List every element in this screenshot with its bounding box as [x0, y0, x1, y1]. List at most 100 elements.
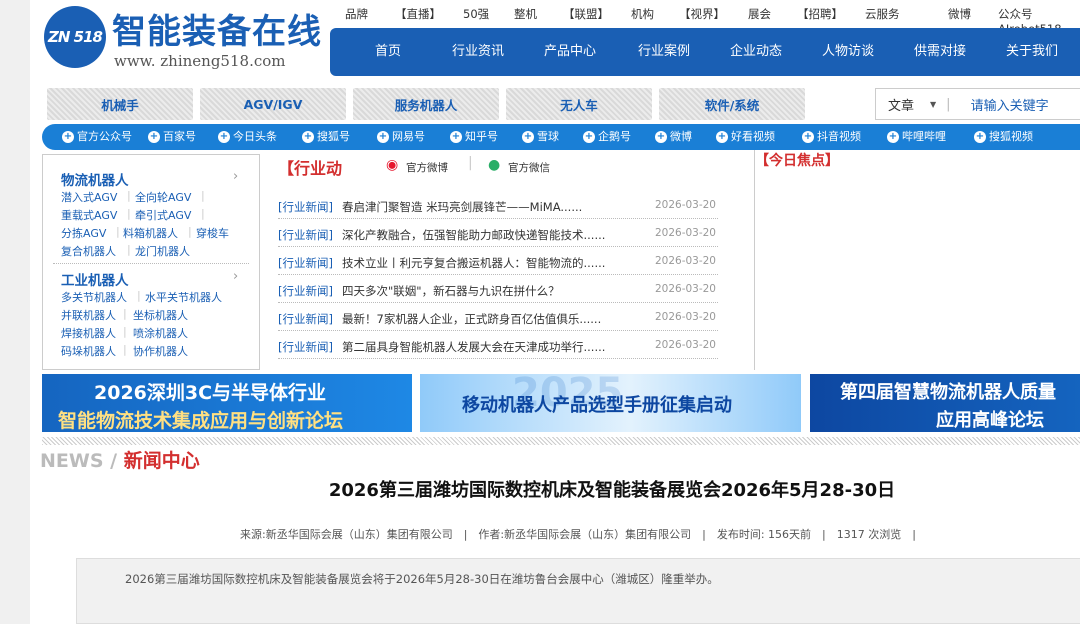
toplink-org[interactable]: 机构 [631, 6, 654, 22]
category-manipulator[interactable]: 机械手 [47, 88, 193, 120]
news-row[interactable]: [行业新闻] 春启津门聚智造 米玛亮剑展锋芒——MiMA...... 2026-… [278, 191, 718, 219]
category-link[interactable]: 喷涂机器人 [133, 325, 188, 341]
news-tag[interactable]: [行业新闻] [278, 311, 333, 327]
category-link[interactable]: 码垛机器人 [61, 343, 116, 359]
news-row[interactable]: [行业新闻] 技术立业丨利元亨复合搬运机器人：智能物流的...... 2026-… [278, 247, 718, 275]
category-link[interactable]: 多关节机器人 [61, 289, 127, 305]
news-title[interactable]: 四天多次"联姻"，新石器与九识在拼什么？ [342, 283, 560, 299]
news-row[interactable]: [行业新闻] 第二届具身智能机器人发展大会在天津成功举行...... 2026-… [278, 331, 718, 359]
plus-icon: + [974, 131, 986, 143]
category-title-industrial[interactable]: 工业机器人 [61, 269, 129, 289]
category-link[interactable]: 穿梭车 [196, 225, 229, 241]
news-title[interactable]: 深化产教融合，伍强智能助力邮政快递智能技术...... [342, 227, 605, 243]
site-logo-title[interactable]: 智能装备在线 [112, 12, 322, 52]
toplink-brand[interactable]: 品牌 [345, 6, 368, 22]
toplink-jobs[interactable]: 【招聘】 [797, 6, 843, 22]
divider: | [127, 189, 131, 202]
news-row[interactable]: [行业新闻] 四天多次"联姻"，新石器与九识在拼什么？ 2026-03-20 [278, 275, 718, 303]
news-title[interactable]: 第二届具身智能机器人发展大会在天津成功举行...... [342, 339, 605, 355]
category-link[interactable]: 潜入式AGV [61, 189, 117, 205]
channel-baijiahao[interactable]: + 百家号 [148, 124, 196, 150]
category-link[interactable]: 全向轮AGV [135, 189, 191, 205]
category-link[interactable]: 水平关节机器人 [145, 289, 222, 305]
news-tag[interactable]: [行业新闻] [278, 339, 333, 355]
news-tag[interactable]: [行业新闻] [278, 255, 333, 271]
channel-bilibili[interactable]: + 哔哩哔哩 [887, 124, 946, 150]
nav-home[interactable]: 首页 [375, 28, 401, 76]
news-date: 2026-03-20 [654, 255, 716, 267]
plus-icon: + [655, 131, 667, 143]
category-unmanned-vehicle[interactable]: 无人车 [506, 88, 652, 120]
channel-xueqiu[interactable]: + 雪球 [522, 124, 559, 150]
category-link[interactable]: 复合机器人 [61, 243, 116, 259]
channel-douyin[interactable]: + 抖音视频 [802, 124, 861, 150]
chevron-down-icon[interactable]: ▼ [930, 100, 936, 109]
banner-forum-shenzhen[interactable]: 2026深圳3C与半导体行业 智能物流技术集成应用与创新论坛 [42, 374, 412, 432]
news-row[interactable]: [行业新闻] 深化产教融合，伍强智能助力邮政快递智能技术...... 2026-… [278, 219, 718, 247]
category-title-logistics[interactable]: 物流机器人 [61, 169, 129, 189]
logo-badge[interactable]: ZN 518 [44, 6, 106, 68]
category-agv[interactable]: AGV/IGV [200, 88, 346, 120]
category-link[interactable]: 龙门机器人 [135, 243, 190, 259]
category-software[interactable]: 软件/系统 [659, 88, 805, 120]
weibo-link[interactable]: 官方微博 [406, 160, 448, 175]
news-title[interactable]: 技术立业丨利元亨复合搬运机器人：智能物流的...... [342, 255, 605, 271]
toplink-machine[interactable]: 整机 [514, 6, 537, 22]
channel-zhihu[interactable]: + 知乎号 [450, 124, 498, 150]
nav-company-news[interactable]: 企业动态 [730, 28, 782, 76]
news-tag[interactable]: [行业新闻] [278, 283, 333, 299]
wechat-icon[interactable]: ● [488, 157, 500, 173]
plus-icon: + [887, 131, 899, 143]
nav-cases[interactable]: 行业案例 [638, 28, 690, 76]
divider: | [123, 343, 127, 356]
category-link[interactable]: 焊接机器人 [61, 325, 116, 341]
news-tag[interactable]: [行业新闻] [278, 199, 333, 215]
plus-icon: + [62, 131, 74, 143]
news-row[interactable]: [行业新闻] 最新！7家机器人企业，正式跻身百亿估值俱乐...... 2026-… [278, 303, 718, 331]
weibo-icon[interactable]: ◉ [386, 157, 398, 173]
nav-about[interactable]: 关于我们 [1006, 28, 1058, 76]
banner-logistics-summit[interactable]: 第四届智慧物流机器人质量 应用高峰论坛 [810, 374, 1080, 432]
chevron-right-icon[interactable]: › [233, 269, 238, 284]
category-service-robot[interactable]: 服务机器人 [353, 88, 499, 120]
channel-sohu[interactable]: + 搜狐号 [302, 124, 350, 150]
channel-official-account[interactable]: + 官方公众号 [62, 124, 132, 150]
banner-product-handbook[interactable]: 2025 移动机器人产品选型手册征集启动 [420, 374, 801, 432]
today-focus-panel: 【今日焦点】 [754, 150, 1080, 370]
wechat-link[interactable]: 官方微信 [508, 160, 550, 175]
channel-label: 企鹅号 [598, 130, 631, 143]
category-link[interactable]: 并联机器人 [61, 307, 116, 323]
search-input[interactable]: 请输入关键字 [971, 95, 1049, 114]
channel-haokan[interactable]: + 好看视频 [716, 124, 775, 150]
channel-sohu-video[interactable]: + 搜狐视频 [974, 124, 1033, 150]
news-tag[interactable]: [行业新闻] [278, 227, 333, 243]
category-link[interactable]: 坐标机器人 [133, 307, 188, 323]
nav-supply-demand[interactable]: 供需对接 [914, 28, 966, 76]
news-title[interactable]: 春启津门聚智造 米玛亮剑展锋芒——MiMA...... [342, 199, 582, 215]
chevron-right-icon[interactable]: › [233, 169, 238, 184]
toplink-live[interactable]: 【直播】 [395, 6, 441, 22]
category-link[interactable]: 料箱机器人 [123, 225, 178, 241]
nav-interviews[interactable]: 人物访谈 [822, 28, 874, 76]
toplink-weibo[interactable]: 微博 [948, 6, 971, 22]
toplink-vision[interactable]: 【视界】 [679, 6, 725, 22]
channel-qie[interactable]: + 企鹅号 [583, 124, 631, 150]
category-link[interactable]: 牵引式AGV [135, 207, 191, 223]
channel-weibo[interactable]: + 微博 [655, 124, 692, 150]
toplink-top50[interactable]: 50强 [463, 6, 489, 22]
toplink-cloud[interactable]: 云服务 [865, 6, 900, 22]
nav-products[interactable]: 产品中心 [544, 28, 596, 76]
news-date: 2026-03-20 [654, 311, 716, 323]
toplink-alliance[interactable]: 【联盟】 [563, 6, 609, 22]
category-link[interactable]: 协作机器人 [133, 343, 188, 359]
nav-industry-news[interactable]: 行业资讯 [452, 28, 504, 76]
search-type-select[interactable]: 文章 [888, 95, 914, 114]
channel-label: 搜狐视频 [989, 130, 1033, 143]
news-title[interactable]: 最新！7家机器人企业，正式跻身百亿估值俱乐...... [342, 311, 601, 327]
channel-netease[interactable]: + 网易号 [377, 124, 425, 150]
news-center-en: NEWS [40, 450, 104, 472]
channel-toutiao[interactable]: + 今日头条 [218, 124, 277, 150]
category-link[interactable]: 分拣AGV [61, 225, 106, 241]
category-link[interactable]: 重载式AGV [61, 207, 117, 223]
toplink-expo[interactable]: 展会 [748, 6, 771, 22]
